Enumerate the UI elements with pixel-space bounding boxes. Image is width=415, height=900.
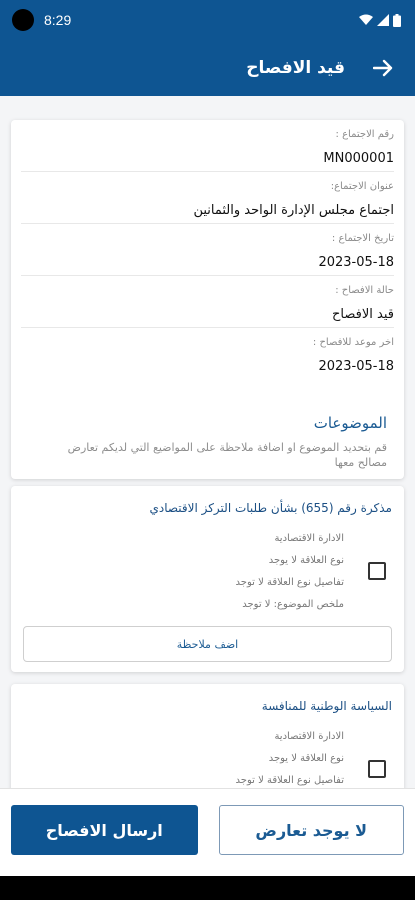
- field-label: رقم الاجتماع :: [335, 129, 394, 140]
- status-icons: [359, 13, 401, 27]
- back-arrow-icon[interactable]: [365, 59, 393, 77]
- status-bar: 8:29: [0, 0, 415, 40]
- field-label: تاريخ الاجتماع :: [331, 233, 394, 244]
- field-label: اخر موعد للافصاح :: [312, 337, 394, 348]
- topic-details: الادارة الاقتصادية نوع العلاقة لا يوجد ت…: [23, 726, 392, 788]
- topic-details: الادارة الاقتصادية نوع العلاقة لا يوجد ت…: [23, 528, 392, 616]
- topic-card: مذكرة رقم (655) بشأن طلبات التركز الاقتص…: [11, 486, 404, 672]
- topic-detail-line: نوع العلاقة لا يوجد: [268, 753, 344, 764]
- topic-detail-line: الادارة الاقتصادية: [274, 533, 344, 544]
- topics-title: الموضوعات: [313, 414, 387, 432]
- wifi-icon: [359, 14, 373, 25]
- system-nav-bar: [0, 876, 415, 900]
- topic-detail-line: تفاصيل نوع العلاقة لا توجد: [235, 775, 344, 786]
- field-value: 2023-05-18: [318, 255, 394, 270]
- field-value: MN000001: [323, 151, 394, 166]
- field-value: اجتماع مجلس الإدارة الواحد والثمانين: [193, 203, 394, 218]
- topic-card: السياسة الوطنية للمنافسة الادارة الاقتصا…: [11, 684, 404, 788]
- topic-title: مذكرة رقم (655) بشأن طلبات التركز الاقتص…: [149, 501, 392, 515]
- meeting-date-field: تاريخ الاجتماع : 2023-05-18: [21, 224, 394, 276]
- page-title: قيد الافصاح: [246, 58, 345, 78]
- topic-detail-line: نوع العلاقة لا يوجد: [268, 555, 344, 566]
- topic-checkbox[interactable]: [368, 760, 386, 778]
- submit-disclosure-button[interactable]: ارسال الافصاح: [11, 805, 198, 855]
- disclosure-deadline-field: اخر موعد للافصاح : 2023-05-18: [21, 328, 394, 380]
- action-bar: ارسال الافصاح لا يوجد تعارض: [0, 788, 415, 876]
- camera-cutout: [12, 9, 34, 31]
- meeting-number-field: رقم الاجتماع : MN000001: [21, 120, 394, 172]
- field-label: عنوان الاجتماع:: [330, 181, 394, 192]
- disclosure-status-field: حالة الافصاح : قيد الافصاح: [21, 276, 394, 328]
- topic-detail-line: الادارة الاقتصادية: [274, 731, 344, 742]
- signal-icon: [377, 14, 389, 26]
- topic-checkbox[interactable]: [368, 562, 386, 580]
- battery-icon: [393, 13, 401, 27]
- scroll-content[interactable]: رقم الاجتماع : MN000001 عنوان الاجتماع: …: [0, 96, 415, 788]
- field-value: قيد الافصاح: [332, 307, 394, 322]
- topic-title: السياسة الوطنية للمنافسة: [261, 699, 392, 713]
- field-label: حالة الافصاح :: [335, 285, 394, 296]
- meeting-title-field: عنوان الاجتماع: اجتماع مجلس الإدارة الوا…: [21, 172, 394, 224]
- topics-header: الموضوعات قم بتحديد الموضوع او اضافة ملا…: [40, 414, 387, 470]
- topic-detail-line: تفاصيل نوع العلاقة لا توجد: [235, 577, 344, 588]
- status-time: 8:29: [44, 12, 72, 28]
- no-conflict-button[interactable]: لا يوجد تعارض: [218, 805, 404, 855]
- topic-detail-line: ملخص الموضوع: لا توجد: [242, 599, 344, 610]
- add-note-button[interactable]: اضف ملاحظة: [23, 626, 392, 662]
- field-value: 2023-05-18: [318, 359, 394, 374]
- app-bar: قيد الافصاح: [0, 40, 415, 96]
- topics-subtitle: قم بتحديد الموضوع او اضافة ملاحظة على ال…: [67, 441, 387, 469]
